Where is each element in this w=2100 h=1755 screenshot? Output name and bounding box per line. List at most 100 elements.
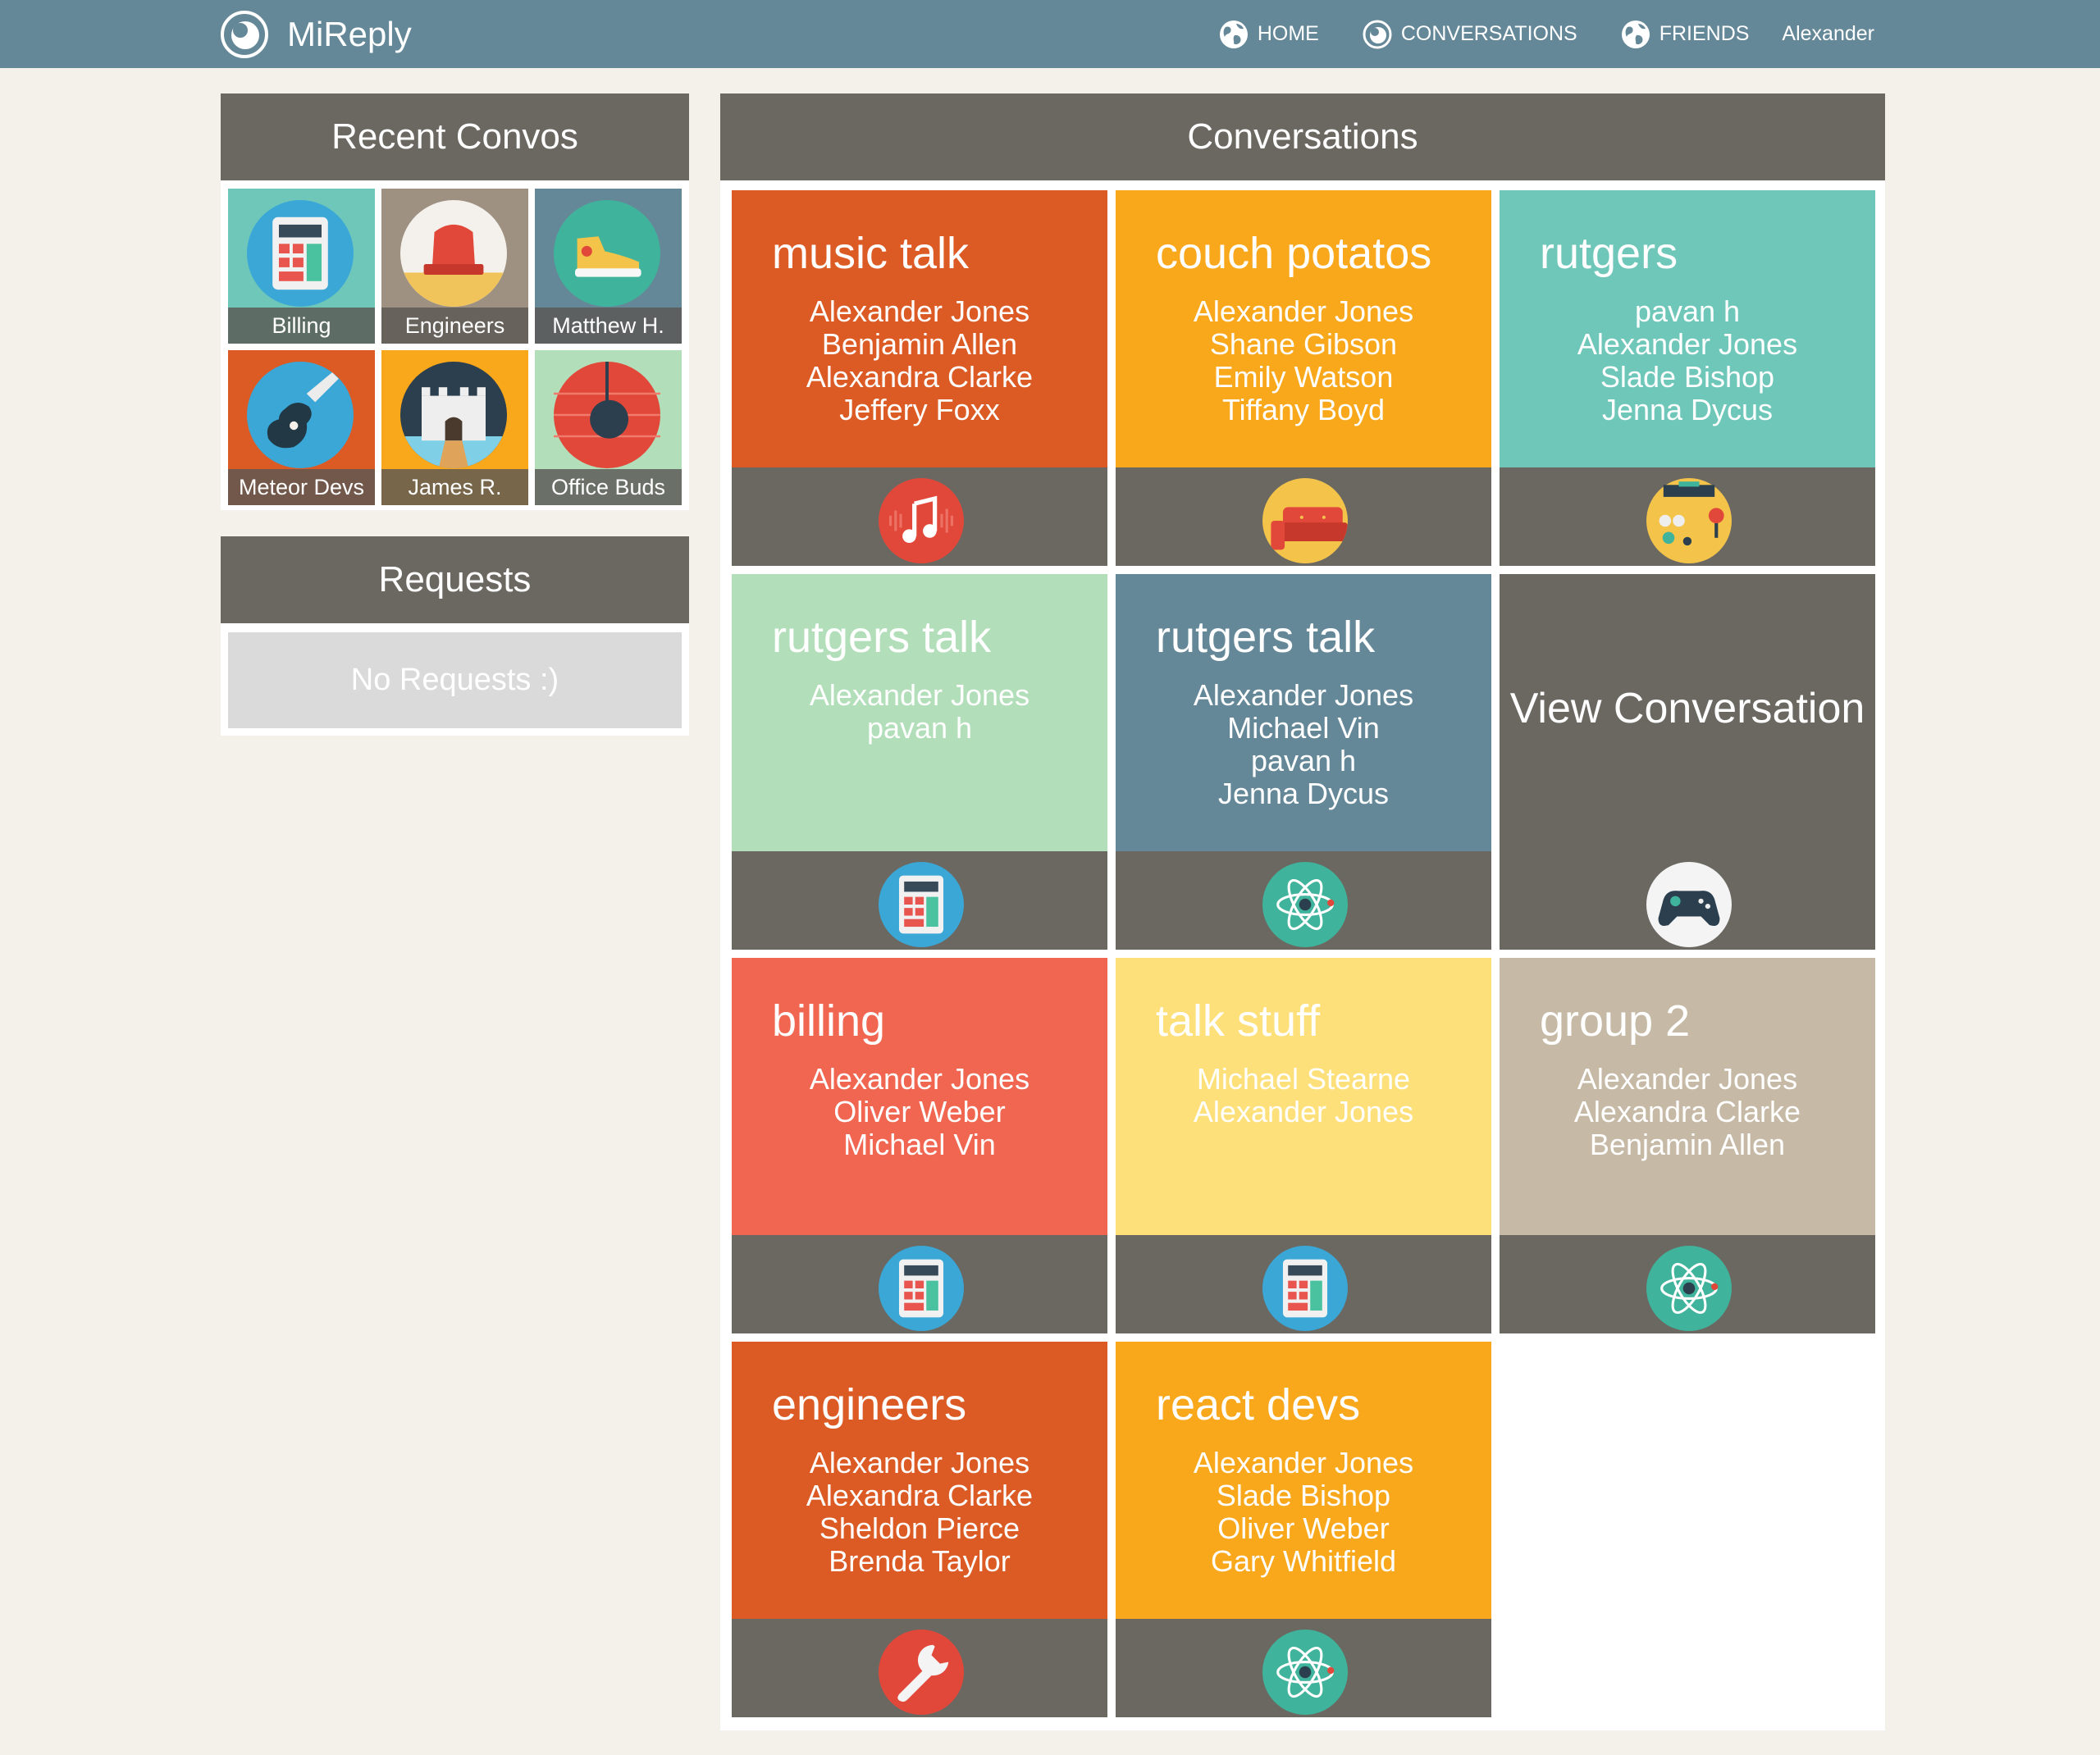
member-name: Alexandra Clarke xyxy=(806,1479,1034,1512)
card-footer xyxy=(732,1235,1107,1333)
member-name: Tiffany Boyd xyxy=(1221,393,1386,426)
sneaker-icon xyxy=(554,200,660,307)
member-list: Alexander Jones Oliver Weber Michael Vin xyxy=(732,1063,1107,1161)
recent-tile-office-buds[interactable]: Office Buds xyxy=(535,350,682,505)
card-footer xyxy=(732,851,1107,950)
arcade-icon xyxy=(1646,478,1732,563)
conversation-title: group 2 xyxy=(1540,996,1691,1046)
card-footer xyxy=(1116,1619,1491,1717)
requests-title: Requests xyxy=(221,536,689,623)
recent-tile-meteor-devs[interactable]: Meteor Devs xyxy=(228,350,375,505)
card-header: talk stuff Michael Stearne Alexander Jon… xyxy=(1116,958,1491,1235)
top-navbar: MiReply HOME CONVERSATIONS FRIENDS Alexa… xyxy=(0,0,2100,68)
guitar-icon xyxy=(247,362,354,468)
conversation-card[interactable]: talk stuff Michael Stearne Alexander Jon… xyxy=(1116,958,1491,1333)
member-list: Alexander Jones Benjamin Allen Alexandra… xyxy=(732,295,1107,426)
recent-tile-billing[interactable]: Billing xyxy=(228,189,375,344)
siren-icon xyxy=(400,200,507,307)
conversation-card[interactable]: engineers Alexander Jones Alexandra Clar… xyxy=(732,1342,1107,1717)
member-name: Alexander Jones xyxy=(1577,327,1798,361)
member-name: Shane Gibson xyxy=(1209,327,1398,361)
nav-conversations-label: CONVERSATIONS xyxy=(1400,22,1577,45)
conversations-grid: music talk Alexander Jones Benjamin Alle… xyxy=(732,190,1875,1717)
conversation-title: rutgers xyxy=(1540,229,1678,278)
card-footer xyxy=(732,1619,1107,1717)
member-list: Alexander Jones Slade Bishop Oliver Webe… xyxy=(1116,1447,1491,1578)
conversation-card[interactable]: rutgers pavan h Alexander Jones Slade Bi… xyxy=(1500,190,1875,566)
conversation-card[interactable]: group 2 Alexander Jones Alexandra Clarke… xyxy=(1500,958,1875,1333)
member-name: Emily Watson xyxy=(1213,360,1394,394)
conversation-card[interactable]: rutgers talk Alexander Jones Michael Vin… xyxy=(1116,574,1491,950)
member-list: Alexander Jones Michael Vin pavan h Jenn… xyxy=(1116,679,1491,810)
calculator-icon xyxy=(247,200,354,307)
conversation-title: couch potatos xyxy=(1156,229,1432,278)
conversation-card[interactable]: react devs Alexander Jones Slade Bishop … xyxy=(1116,1342,1491,1717)
member-name: Alexander Jones xyxy=(1577,1062,1798,1096)
member-name: Benjamin Allen xyxy=(1589,1128,1786,1161)
member-name: Sheldon Pierce xyxy=(819,1511,1020,1545)
member-name: Alexander Jones xyxy=(1193,1446,1414,1479)
member-name: pavan h xyxy=(1250,744,1357,777)
member-name: Slade Bishop xyxy=(1216,1479,1391,1512)
member-name: Gary Whitfield xyxy=(1210,1544,1397,1578)
recent-tile-label: Engineers xyxy=(381,308,528,344)
recent-tile-engineers[interactable]: Engineers xyxy=(381,189,528,344)
recent-convos-title: Recent Convos xyxy=(221,93,689,180)
atom-icon xyxy=(1646,1246,1732,1331)
conversation-title: react devs xyxy=(1156,1380,1361,1429)
recent-tile-label: Office Buds xyxy=(535,469,682,505)
card-footer xyxy=(732,467,1107,566)
view-conversation-card[interactable]: View Conversation xyxy=(1500,574,1875,950)
member-name: Michael Vin xyxy=(843,1128,996,1161)
chat-bubble-icon xyxy=(1363,20,1392,48)
member-name: pavan h xyxy=(866,711,973,745)
recent-convos-grid: Billing Engineers Matthew H. Meteor Devs… xyxy=(228,189,682,505)
conversation-title: rutgers talk xyxy=(772,613,992,662)
conversation-title: rutgers talk xyxy=(1156,613,1376,662)
requests-panel: Requests No Requests :) xyxy=(221,536,689,736)
wrecking-ball-icon xyxy=(554,362,660,468)
recent-tile-label: James R. xyxy=(381,469,528,505)
member-name: Alexander Jones xyxy=(809,1446,1030,1479)
brand[interactable]: MiReply xyxy=(220,10,412,59)
conversation-card[interactable]: billing Alexander Jones Oliver Weber Mic… xyxy=(732,958,1107,1333)
card-footer xyxy=(1500,1235,1875,1333)
member-name: Oliver Weber xyxy=(833,1095,1006,1128)
recent-tile-label: Meteor Devs xyxy=(228,469,375,505)
recent-tile-matthew[interactable]: Matthew H. xyxy=(535,189,682,344)
requests-empty-state: No Requests :) xyxy=(228,632,682,728)
conversation-card[interactable]: music talk Alexander Jones Benjamin Alle… xyxy=(732,190,1107,566)
member-name: Benjamin Allen xyxy=(821,327,1018,361)
nav-friends-label: FRIENDS xyxy=(1659,22,1750,45)
recent-tile-label: Matthew H. xyxy=(535,308,682,344)
recent-tile-james[interactable]: James R. xyxy=(381,350,528,505)
member-name: Michael Stearne xyxy=(1196,1062,1411,1096)
conversation-card[interactable]: rutgers talk Alexander Jones pavan h xyxy=(732,574,1107,950)
member-name: Alexander Jones xyxy=(1193,1095,1414,1128)
calculator-icon xyxy=(879,1246,964,1331)
card-footer xyxy=(1500,467,1875,566)
conversation-title: engineers xyxy=(772,1380,967,1429)
gamepad-icon xyxy=(1646,862,1732,947)
member-name: Jeffery Foxx xyxy=(839,393,1000,426)
conversation-card[interactable]: couch potatos Alexander Jones Shane Gibs… xyxy=(1116,190,1491,566)
member-list: Alexander Jones Shane Gibson Emily Watso… xyxy=(1116,295,1491,426)
atom-icon xyxy=(1262,1630,1348,1715)
conversations-title: Conversations xyxy=(720,93,1885,180)
app-name: MiReply xyxy=(287,15,412,53)
member-name: Brenda Taylor xyxy=(829,1544,1011,1578)
member-name: Oliver Weber xyxy=(1217,1511,1390,1545)
card-header: billing Alexander Jones Oliver Weber Mic… xyxy=(732,958,1107,1235)
member-name: Alexander Jones xyxy=(809,1062,1030,1096)
nav-conversations[interactable]: CONVERSATIONS xyxy=(1362,19,1577,50)
calculator-icon xyxy=(1262,1246,1348,1331)
recent-convos-panel: Recent Convos Billing Engineers Matthew … xyxy=(221,93,689,510)
member-name: Jenna Dycus xyxy=(1217,777,1390,810)
nav-home[interactable]: HOME xyxy=(1218,19,1319,50)
user-menu[interactable]: Alexander xyxy=(1782,22,1874,46)
member-name: Jenna Dycus xyxy=(1601,393,1774,426)
member-name: Alexander Jones xyxy=(809,294,1030,328)
nav-friends[interactable]: FRIENDS xyxy=(1620,19,1750,50)
atom-icon xyxy=(1262,862,1348,947)
conversation-title: music talk xyxy=(772,229,970,278)
